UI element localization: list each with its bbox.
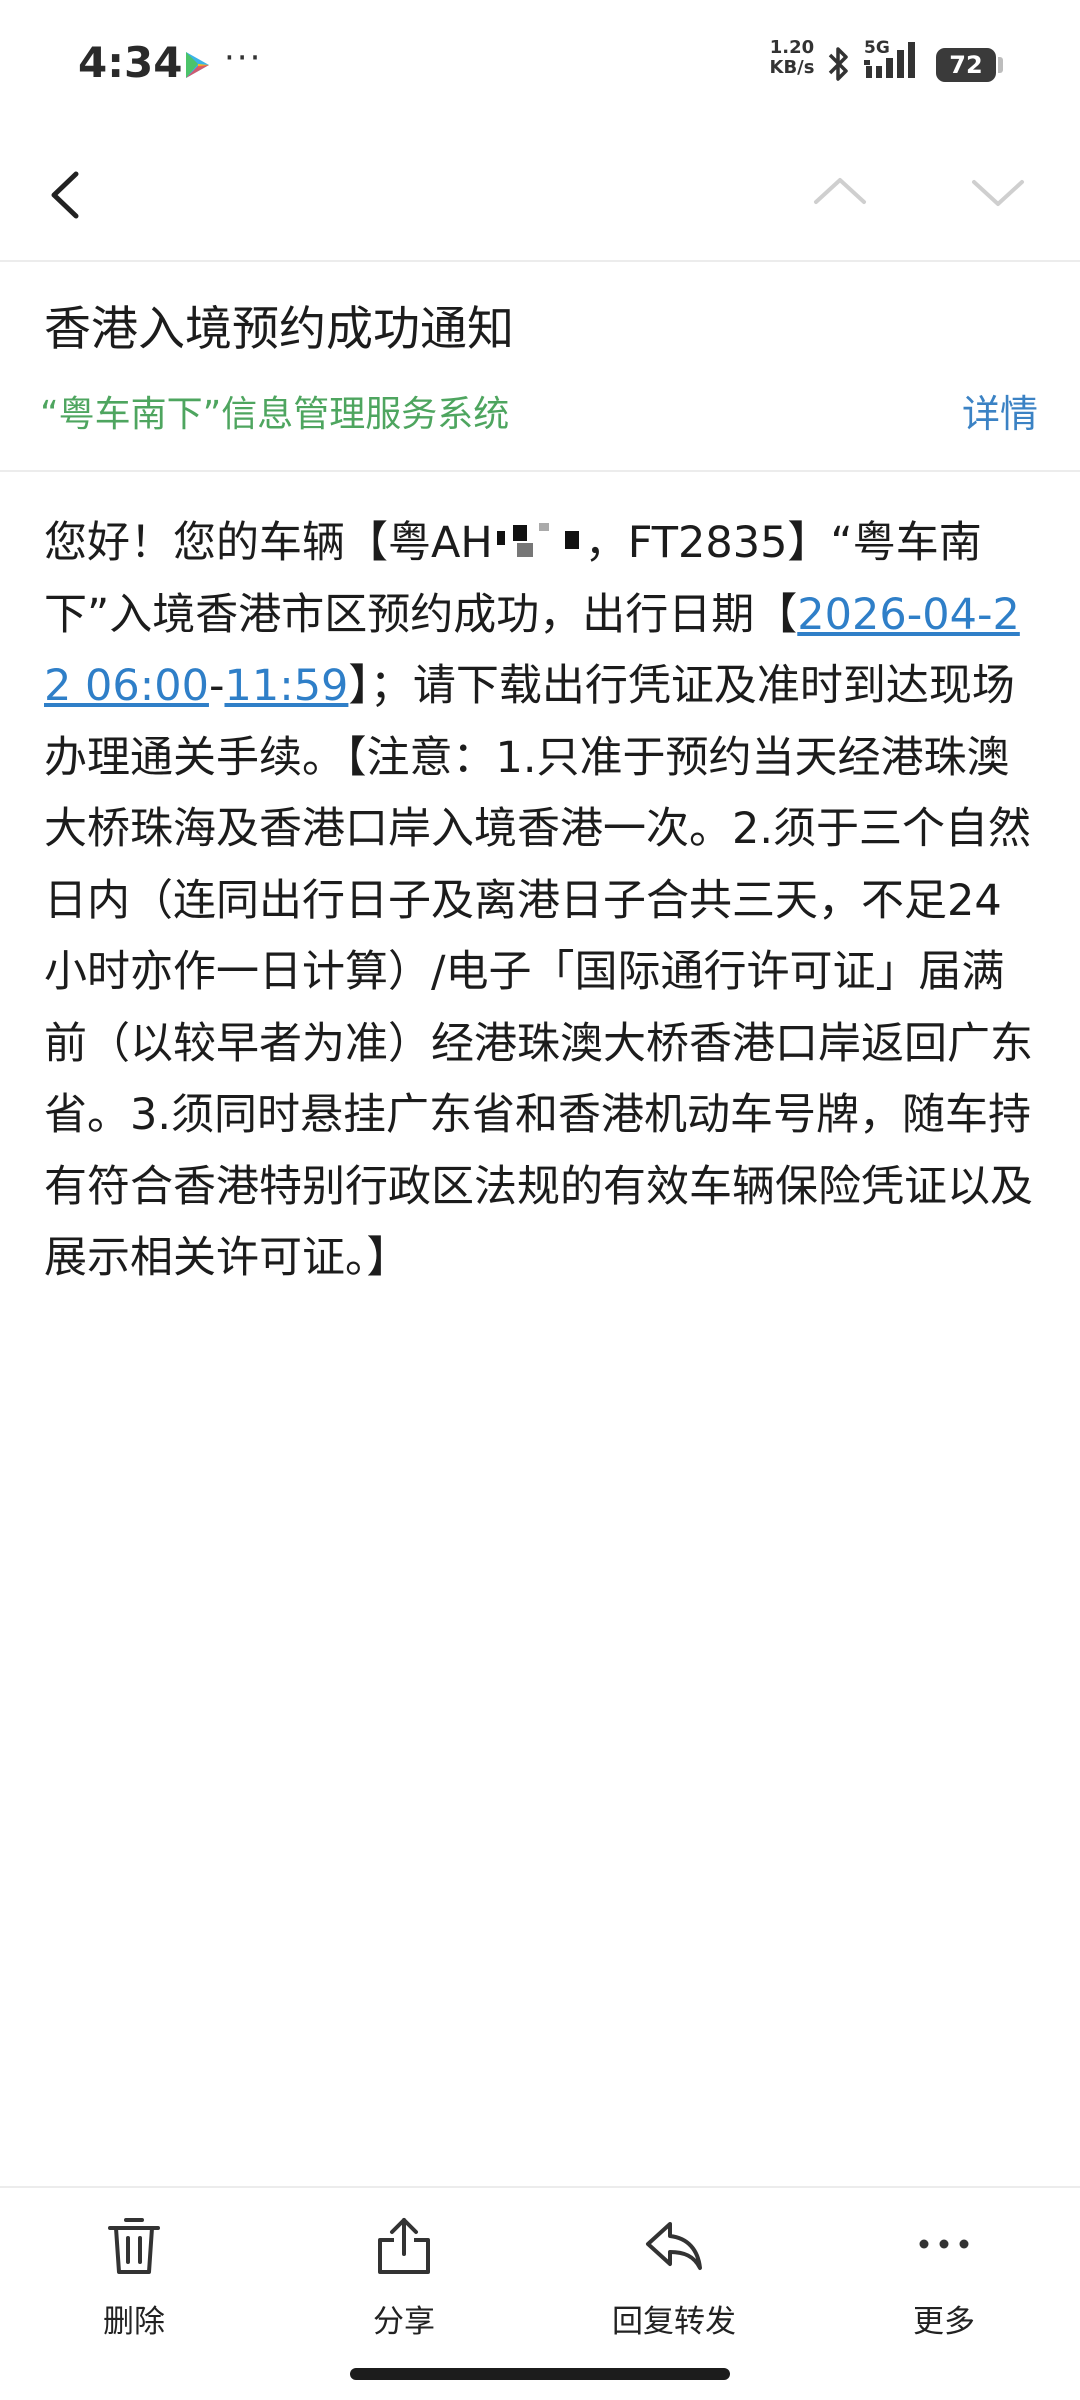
reply-forward-label: 回复转发	[612, 2304, 736, 2340]
bottom-toolbar: 删除 分享 回复转发 更多	[0, 2186, 1080, 2348]
more-dots-icon	[919, 2239, 969, 2249]
share-button[interactable]: 分享	[304, 2214, 504, 2341]
details-link[interactable]: 详情	[962, 383, 1038, 438]
time-end-link[interactable]: 11:59	[224, 661, 348, 711]
body-text-part3: 】；请下载出行凭证及准时到达现场办理通关手续。【注意：1.只准于预约当天经港珠澳…	[44, 661, 1033, 1283]
mail-sender: “粤车南下”信息管理服务系统	[40, 394, 510, 435]
net-speed-unit: KB/s	[769, 57, 815, 78]
delete-label: 删除	[103, 2304, 165, 2340]
signal-icon	[864, 42, 915, 78]
date-dash: -	[208, 661, 225, 711]
redacted-plate	[493, 521, 585, 561]
battery-cap	[998, 57, 1003, 73]
share-label: 分享	[373, 2304, 435, 2340]
trash-icon	[108, 2218, 160, 2274]
net-speed-value: 1.20	[769, 37, 815, 58]
battery-icon: 72	[936, 48, 996, 82]
play-store-icon	[186, 52, 209, 78]
home-indicator[interactable]	[350, 2368, 730, 2380]
status-bar: 4:34 ··· 1.20 KB/s 5G 72	[0, 0, 1080, 130]
status-time: 4:34	[78, 38, 183, 87]
mail-subject: 香港入境预约成功通知	[44, 302, 514, 357]
delete-button[interactable]: 删除	[34, 2214, 234, 2341]
previous-mail-chevron-up-icon[interactable]	[810, 172, 870, 212]
divider	[0, 470, 1080, 472]
back-chevron-left-icon[interactable]	[40, 160, 90, 230]
net-speed: 1.20 KB/s	[764, 38, 820, 78]
more-label: 更多	[913, 2304, 975, 2340]
next-mail-chevron-down-icon[interactable]	[968, 172, 1028, 212]
bluetooth-icon	[828, 47, 848, 81]
reply-forward-button[interactable]: 回复转发	[574, 2214, 774, 2341]
more-button[interactable]: 更多	[844, 2214, 1044, 2341]
mail-body: 您好！您的车辆【粤AH ，FT2835】“粤车南下”入境香港市区预约成功，出行日期…	[44, 508, 1044, 1295]
status-more-dots: ···	[224, 38, 263, 78]
share-icon	[378, 2218, 430, 2274]
reply-icon	[646, 2222, 702, 2270]
divider	[0, 260, 1080, 262]
body-text-part1: 您好！您的车辆【粤AH	[44, 518, 493, 568]
